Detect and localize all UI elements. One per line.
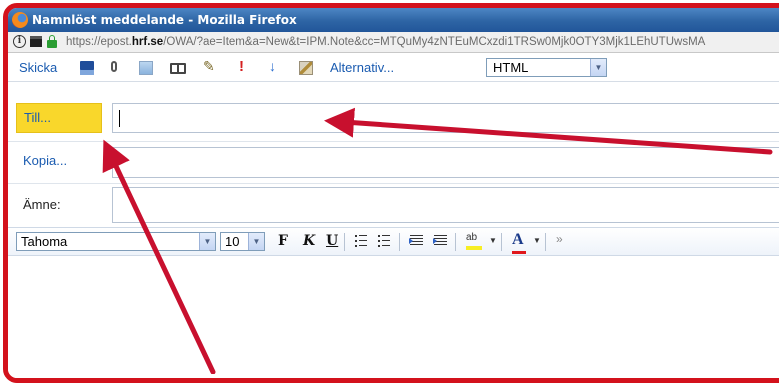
insert-image-icon[interactable] xyxy=(139,61,153,75)
divider xyxy=(8,141,779,142)
lock-icon[interactable] xyxy=(47,35,57,48)
bold-button[interactable]: F xyxy=(278,233,288,249)
high-importance-icon[interactable]: ! xyxy=(239,58,247,75)
url-text[interactable]: https://epost.hrf.se/OWA/?ae=Item&a=New&… xyxy=(66,32,705,52)
toolbar-separator xyxy=(545,233,546,251)
window-titlebar: Namnlöst meddelande - Mozilla Firefox xyxy=(8,8,779,32)
address-book-icon[interactable] xyxy=(170,63,186,74)
compose-toolbar: Skicka ✎ ! ↓ Alternativ... HTML ▼ xyxy=(8,53,779,82)
font-family-value: Tahoma xyxy=(21,234,68,249)
low-importance-icon[interactable]: ↓ xyxy=(269,58,279,74)
save-icon[interactable] xyxy=(80,61,94,75)
firefox-logo-icon xyxy=(12,12,28,28)
info-icon[interactable]: i xyxy=(13,35,26,48)
url-prefix: https://epost. xyxy=(66,36,132,48)
font-size-select[interactable]: 10 ▼ xyxy=(220,232,265,251)
window-title: Namnlöst meddelande - Mozilla Firefox xyxy=(32,13,297,27)
chevron-down-icon[interactable]: ▼ xyxy=(199,233,215,250)
send-button[interactable]: Skicka xyxy=(19,60,57,75)
cc-button[interactable]: Kopia... xyxy=(23,153,67,168)
message-format-value: HTML xyxy=(493,60,529,75)
url-domain: hrf.se xyxy=(131,36,164,48)
subject-input[interactable] xyxy=(112,187,779,223)
address-bar[interactable]: i https://epost.hrf.se/OWA/?ae=Item&a=Ne… xyxy=(8,32,779,53)
toolbar-separator xyxy=(501,233,502,251)
options-button[interactable]: Alternativ... xyxy=(330,60,394,75)
toolbar-separator xyxy=(344,233,345,251)
chevron-down-icon[interactable]: ▼ xyxy=(590,59,606,76)
highlight-icon[interactable]: ab xyxy=(466,232,483,250)
font-color-icon[interactable]: A xyxy=(512,231,526,254)
numbered-list-icon[interactable] xyxy=(378,235,390,247)
chevron-down-icon[interactable]: ▼ xyxy=(489,236,497,245)
underline-button[interactable]: U xyxy=(326,233,338,249)
toolbar-separator xyxy=(455,233,456,251)
message-body-editor[interactable] xyxy=(8,256,779,378)
subject-label: Ämne: xyxy=(23,197,61,212)
to-input[interactable] xyxy=(112,103,779,133)
more-options-icon[interactable]: » xyxy=(556,232,563,246)
check-names-icon[interactable]: ✎ xyxy=(203,58,221,74)
chevron-down-icon[interactable]: ▼ xyxy=(533,236,541,245)
to-button[interactable]: Till... xyxy=(16,103,102,133)
message-format-select[interactable]: HTML ▼ xyxy=(486,58,607,77)
font-size-value: 10 xyxy=(225,234,240,249)
signature-icon[interactable] xyxy=(299,61,313,75)
to-row: Till... xyxy=(8,101,779,137)
text-caret xyxy=(119,110,120,127)
toolbar-separator xyxy=(399,233,400,251)
extension-icon[interactable] xyxy=(30,36,42,47)
browser-window-frame: Namnlöst meddelande - Mozilla Firefox i … xyxy=(3,3,779,383)
italic-button[interactable]: K xyxy=(303,233,315,249)
url-suffix: /OWA/?ae=Item&a=New&t=IPM.Note&cc=MTQuMy… xyxy=(163,36,706,48)
subject-row: Ämne: xyxy=(8,185,779,225)
font-family-select[interactable]: Tahoma ▼ xyxy=(16,232,216,251)
attach-paperclip-icon[interactable] xyxy=(111,61,117,72)
decrease-indent-icon[interactable] xyxy=(409,235,423,247)
formatting-toolbar: Tahoma ▼ 10 ▼ F K U ab ▼ A ▼ » xyxy=(8,227,779,256)
bullet-list-icon[interactable] xyxy=(355,235,367,247)
chevron-down-icon[interactable]: ▼ xyxy=(248,233,264,250)
divider xyxy=(8,183,779,184)
increase-indent-icon[interactable] xyxy=(433,235,447,247)
cc-row: Kopia... xyxy=(8,143,779,182)
cc-input[interactable] xyxy=(112,147,779,178)
